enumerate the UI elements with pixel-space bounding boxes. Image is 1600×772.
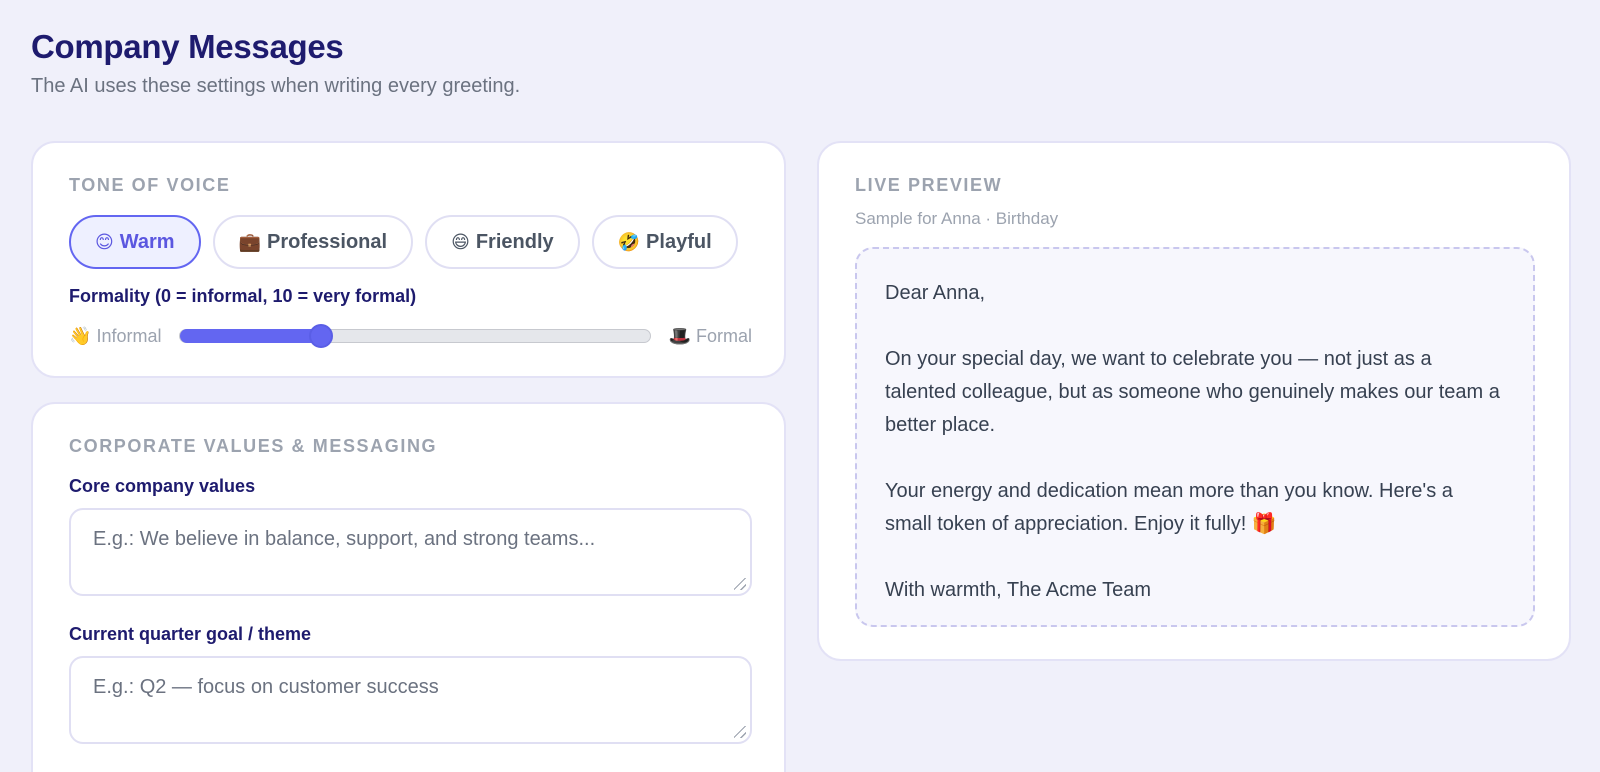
core-values-placeholder: E.g.: We believe in balance, support, an… [93,528,596,550]
formality-slider-row: 👋 Informal 🎩 Formal [69,321,752,351]
company-messages-page: Company Messages The AI uses these setti… [0,0,1600,772]
core-values-label: Core company values [69,476,256,496]
formal-end: 🎩 Formal [669,326,752,347]
formality-slider[interactable] [179,324,651,348]
quarter-goal-label: Current quarter goal / theme [69,624,312,644]
top-hat-icon: 🎩 [668,325,691,346]
resize-grip-icon[interactable] [734,578,746,590]
tone-card: TONE OF VOICE 😊 Warm 💼 Professional 😄 Fr… [31,141,786,378]
preview-signoff: With warmth, The Acme Team [885,579,1152,601]
preview-card: LIVE PREVIEW Sample for Anna · Birthday … [817,141,1571,661]
page-subtitle: The AI uses these settings when writing … [31,75,521,97]
tone-chip-label: Warm [119,230,175,253]
slider-thumb[interactable] [309,324,334,348]
slider-fill [180,329,322,343]
smile-icon: 😊 [95,231,114,252]
grin-icon: 😄 [451,231,470,252]
informal-end: 👋 Informal [69,326,161,347]
tone-options: 😊 Warm 💼 Professional 😄 Friendly 🤣 Playf… [69,215,738,269]
tone-section-label: TONE OF VOICE [69,175,231,195]
preview-paragraph-1: On your special day, we want to celebrat… [885,348,1500,436]
preview-greeting: Dear Anna, [885,282,986,304]
briefcase-icon: 💼 [238,231,262,252]
tone-chip-warm[interactable]: 😊 Warm [69,215,201,269]
wave-icon: 👋 [69,325,92,346]
informal-label: Informal [96,325,162,346]
tone-chip-label: Friendly [475,230,554,253]
tone-chip-playful[interactable]: 🤣 Playful [591,215,738,269]
page-title: Company Messages [31,28,344,65]
tone-chip-friendly[interactable]: 😄 Friendly [425,215,580,269]
quarter-goal-input[interactable]: E.g.: Q2 — focus on customer success [69,656,752,744]
quarter-goal-placeholder: E.g.: Q2 — focus on customer success [93,676,439,698]
formality-label: Formality (0 = informal, 10 = very forma… [69,286,417,306]
core-values-input[interactable]: E.g.: We believe in balance, support, an… [69,508,752,596]
resize-grip-icon[interactable] [734,726,746,738]
preview-sample-caption: Sample for Anna · Birthday [855,209,1059,228]
preview-paragraph-2: Your energy and dedication mean more tha… [885,480,1453,535]
values-card: CORPORATE VALUES & MESSAGING Core compan… [31,402,786,772]
laugh-icon: 🤣 [617,231,641,252]
preview-section-label: LIVE PREVIEW [855,175,1003,195]
formal-label: Formal [695,325,752,346]
tone-chip-label: Playful [646,230,712,253]
tone-chip-professional[interactable]: 💼 Professional [212,215,414,269]
values-section-label: CORPORATE VALUES & MESSAGING [69,436,438,456]
preview-message: Dear Anna, On your special day, we want … [855,247,1535,627]
tone-chip-label: Professional [267,230,388,253]
